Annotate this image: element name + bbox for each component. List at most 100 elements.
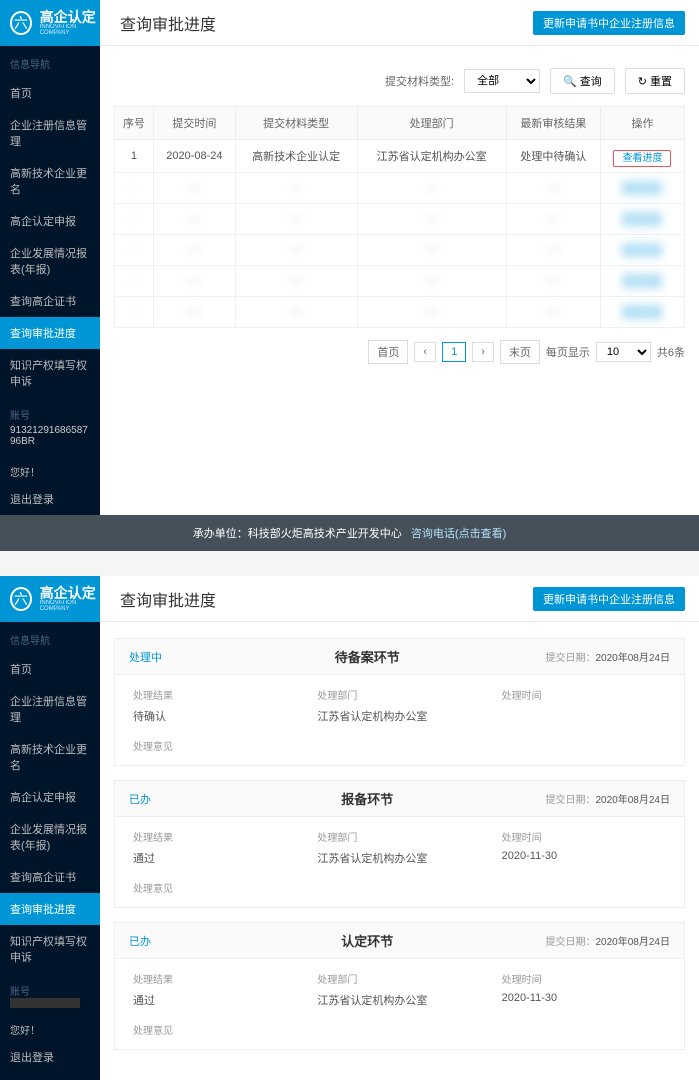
sidebar-item[interactable]: 首页 xyxy=(0,653,100,685)
filter-bar: 提交材料类型: 全部 🔍查询 ↻重置 xyxy=(114,62,685,106)
logo-subtitle: INNOVATION COMPANY xyxy=(40,24,100,36)
card-title: 待备案环节 xyxy=(189,647,546,666)
logo: 六 高企认定 INNOVATION COMPANY xyxy=(0,576,100,622)
table-row: ----------------- xyxy=(115,204,685,235)
sidebar-item[interactable]: 高新技术企业更名 xyxy=(0,157,100,205)
sidebar-item[interactable]: 高企认定申报 xyxy=(0,205,100,237)
time-label: 处理时间 xyxy=(502,971,666,986)
greeting: 您好！ xyxy=(0,1018,100,1041)
logout-link[interactable]: 退出登录 xyxy=(0,1041,100,1073)
sidebar-section-label: 信息导航 xyxy=(0,46,100,77)
card-title: 报备环节 xyxy=(189,789,546,808)
sidebar-item[interactable]: 企业注册信息管理 xyxy=(0,109,100,157)
page-title: 查询审批进度 xyxy=(100,11,533,35)
col-result: 处理中待确认 xyxy=(506,140,600,173)
card-status: 已办 xyxy=(129,791,189,807)
col-date: 2020-08-24 xyxy=(153,140,235,173)
per-page-label: 每页显示 xyxy=(546,344,590,360)
sidebar-item[interactable]: 查询高企证书 xyxy=(0,285,100,317)
result-value: 待确认 xyxy=(133,708,297,724)
table-row: 1 2020-08-24 高新技术企业认定 江苏省认定机构办公室 处理中待确认 … xyxy=(115,140,685,173)
logo: 六 高企认定 INNOVATION COMPANY xyxy=(0,0,100,46)
sidebar-item[interactable]: 知识产权填写权申诉 xyxy=(0,925,100,973)
sidebar-item[interactable]: 查询审批进度 xyxy=(0,317,100,349)
result-value: 通过 xyxy=(133,992,297,1008)
material-type-select[interactable]: 全部 xyxy=(464,69,540,93)
prev-page-button[interactable]: ‹ xyxy=(414,342,436,362)
account-label: 账号 xyxy=(10,983,90,998)
col-type: 高新技术企业认定 xyxy=(235,140,357,173)
sidebar-item[interactable]: 企业发展情况报表(年报) xyxy=(0,813,100,861)
opinion-label: 处理意见 xyxy=(133,1022,666,1037)
header: 六 高企认定 INNOVATION COMPANY 查询审批进度 更新申请书中企… xyxy=(0,0,699,46)
account-value-redacted xyxy=(10,998,80,1008)
update-register-info-button[interactable]: 更新申请书中企业注册信息 xyxy=(533,11,685,35)
table-row: ----------------- xyxy=(115,266,685,297)
progress-card: 已办报备环节提交日期：2020年08月24日处理结果通过处理部门江苏省认定机构办… xyxy=(114,780,685,908)
table-header: 提交时间 xyxy=(153,107,235,140)
footer: 承办单位：科技部火炬高技术产业开发中心 咨询电话(点击查看) xyxy=(0,515,699,551)
sidebar-item[interactable]: 查询高企证书 xyxy=(0,861,100,893)
col-no: 1 xyxy=(115,140,154,173)
result-label: 处理结果 xyxy=(133,687,297,702)
card-title: 认定环节 xyxy=(189,931,546,950)
greeting: 您好！ xyxy=(0,460,100,483)
logo-text: 高企认定 xyxy=(40,10,100,24)
sidebar-item[interactable]: 高新技术企业更名 xyxy=(0,733,100,781)
table-header: 最新审核结果 xyxy=(506,107,600,140)
approval-table: 序号提交时间提交材料类型处理部门最新审核结果操作 1 2020-08-24 高新… xyxy=(114,106,685,328)
table-row: ----------------- xyxy=(115,297,685,328)
sidebar-item[interactable]: 首页 xyxy=(0,77,100,109)
contact-link[interactable]: 咨询电话(点击查看) xyxy=(411,528,506,540)
pagination: 首页 ‹ 1 › 末页 每页显示 10 共6条 xyxy=(114,328,685,376)
reset-icon: ↻ xyxy=(638,75,647,88)
card-date: 2020年08月24日 xyxy=(596,791,671,806)
col-dept: 江苏省认定机构办公室 xyxy=(357,140,506,173)
dept-label: 处理部门 xyxy=(317,687,481,702)
search-button[interactable]: 🔍查询 xyxy=(550,68,615,94)
dept-label: 处理部门 xyxy=(317,971,481,986)
account-label: 账号 xyxy=(10,407,90,422)
time-label: 处理时间 xyxy=(502,829,666,844)
dept-label: 处理部门 xyxy=(317,829,481,844)
reset-button[interactable]: ↻重置 xyxy=(625,68,685,94)
table-header: 处理部门 xyxy=(357,107,506,140)
page-number[interactable]: 1 xyxy=(442,342,466,362)
sidebar-item[interactable]: 知识产权填写权申诉 xyxy=(0,349,100,397)
sidebar: 信息导航 首页企业注册信息管理高新技术企业更名高企认定申报企业发展情况报表(年报… xyxy=(0,46,100,515)
table-row: ----------------- xyxy=(115,173,685,204)
card-date: 2020年08月24日 xyxy=(596,933,671,948)
sidebar-item[interactable]: 企业发展情况报表(年报) xyxy=(0,237,100,285)
logo-icon: 六 xyxy=(10,11,32,35)
total-count: 共6条 xyxy=(657,344,685,360)
logo-icon: 六 xyxy=(10,587,32,611)
next-page-button[interactable]: › xyxy=(472,342,494,362)
last-page-button[interactable]: 末页 xyxy=(500,340,540,364)
time-label: 处理时间 xyxy=(502,687,666,702)
dept-value: 江苏省认定机构办公室 xyxy=(317,850,481,866)
result-label: 处理结果 xyxy=(133,971,297,986)
table-header: 序号 xyxy=(115,107,154,140)
update-register-info-button[interactable]: 更新申请书中企业注册信息 xyxy=(533,587,685,611)
table-header: 操作 xyxy=(600,107,684,140)
card-date: 2020年08月24日 xyxy=(596,649,671,664)
sidebar-item[interactable]: 高企认定申报 xyxy=(0,781,100,813)
sidebar-item[interactable]: 查询审批进度 xyxy=(0,893,100,925)
view-progress-link[interactable]: 查看进度 xyxy=(613,150,671,167)
dept-value: 江苏省认定机构办公室 xyxy=(317,708,481,724)
table-row: ----------------- xyxy=(115,235,685,266)
sidebar: 信息导航 首页企业注册信息管理高新技术企业更名高企认定申报企业发展情况报表(年报… xyxy=(0,622,100,1080)
card-date-label: 提交日期： xyxy=(546,791,596,806)
card-status: 已办 xyxy=(129,933,189,949)
account-value: 9132129168658796BR xyxy=(10,422,90,450)
opinion-label: 处理意见 xyxy=(133,880,666,895)
card-date-label: 提交日期： xyxy=(546,933,596,948)
dept-value: 江苏省认定机构办公室 xyxy=(317,992,481,1008)
opinion-label: 处理意见 xyxy=(133,738,666,753)
first-page-button[interactable]: 首页 xyxy=(368,340,408,364)
per-page-select[interactable]: 10 xyxy=(596,342,651,362)
logout-link[interactable]: 退出登录 xyxy=(0,483,100,515)
progress-card: 已办认定环节提交日期：2020年08月24日处理结果通过 处理部门江苏省认定机构办… xyxy=(114,922,685,1050)
result-value: 通过 xyxy=(133,850,297,866)
sidebar-item[interactable]: 企业注册信息管理 xyxy=(0,685,100,733)
